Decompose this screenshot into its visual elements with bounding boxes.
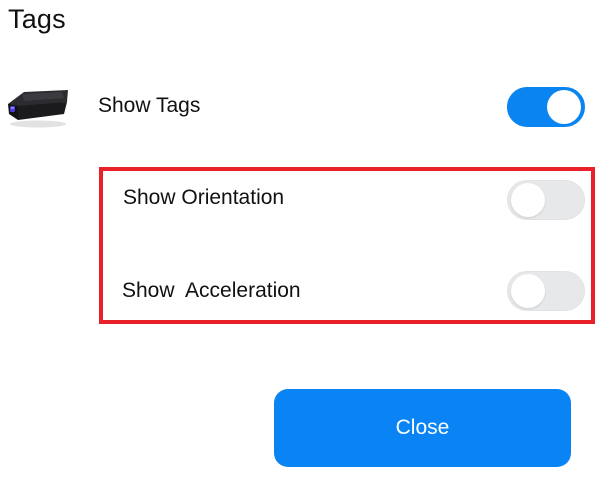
show-orientation-toggle[interactable] (507, 180, 585, 220)
dialog-title: Tags (8, 4, 66, 34)
show-acceleration-label: Show Acceleration (122, 279, 301, 302)
close-button[interactable]: Close (274, 389, 571, 467)
show-orientation-label: Show Orientation (123, 186, 285, 209)
show-tags-toggle[interactable] (507, 87, 585, 127)
toggle-knob (511, 183, 545, 217)
show-tags-label: Show Tags (98, 94, 201, 117)
toggle-knob (547, 90, 581, 124)
show-acceleration-toggle[interactable] (507, 271, 585, 311)
toggle-knob (511, 274, 545, 308)
tag-device-icon (8, 90, 68, 128)
tags-dialog: Tags Show Tags Show Orientation Show Acc… (0, 0, 601, 496)
